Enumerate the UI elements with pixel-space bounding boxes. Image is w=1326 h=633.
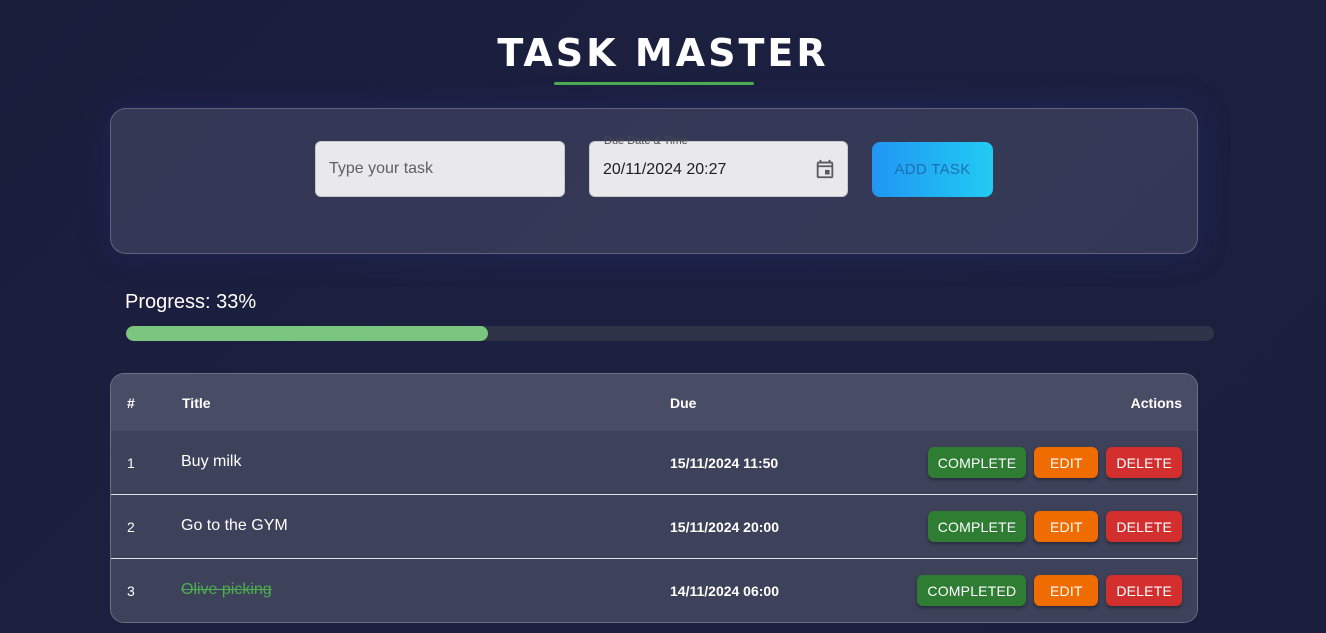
- edit-button[interactable]: EDIT: [1034, 575, 1099, 606]
- edit-button[interactable]: EDIT: [1034, 511, 1099, 542]
- row-number: 3: [127, 583, 135, 599]
- header-number: #: [127, 395, 135, 411]
- progress-bar: [126, 326, 1214, 341]
- title-underline: [554, 82, 754, 85]
- complete-button[interactable]: COMPLETE: [927, 511, 1027, 542]
- task-input[interactable]: [315, 141, 565, 197]
- row-actions: COMPLETE EDIT DELETE: [927, 511, 1182, 542]
- table-header: # Title Due Actions: [111, 374, 1197, 432]
- table-row: 2 Go to the GYM 15/11/2024 20:00 COMPLET…: [111, 495, 1197, 559]
- task-title: Buy milk: [181, 453, 242, 470]
- calendar-icon[interactable]: [814, 158, 836, 180]
- task-due: 15/11/2024 20:00: [670, 519, 779, 535]
- row-number: 1: [127, 455, 135, 471]
- app-title: TASK MASTER: [497, 31, 829, 75]
- delete-button[interactable]: DELETE: [1106, 575, 1182, 606]
- progress-label: Progress: 33%: [125, 291, 257, 313]
- row-actions: COMPLETED EDIT DELETE: [917, 575, 1182, 606]
- row-actions: COMPLETE EDIT DELETE: [927, 447, 1182, 478]
- task-due: 15/11/2024 11:50: [670, 455, 779, 471]
- complete-button[interactable]: COMPLETE: [927, 447, 1027, 478]
- task-title: Go to the GYM: [181, 517, 288, 534]
- task-table: # Title Due Actions 1 Buy milk 15/11/202…: [110, 373, 1198, 623]
- progress-bar-fill: [126, 326, 489, 341]
- table-row: 1 Buy milk 15/11/2024 11:50 COMPLETE EDI…: [111, 431, 1197, 495]
- header-actions: Actions: [1130, 395, 1182, 411]
- row-number: 2: [127, 519, 135, 535]
- due-date-label: Due Date & Time: [604, 135, 688, 147]
- delete-button[interactable]: DELETE: [1106, 447, 1182, 478]
- due-date-field[interactable]: Due Date & Time 20/11/2024 20:27: [589, 135, 848, 197]
- table-row: 3 Olive picking 14/11/2024 06:00 COMPLET…: [111, 559, 1197, 622]
- task-due: 14/11/2024 06:00: [670, 583, 779, 599]
- delete-button[interactable]: DELETE: [1106, 511, 1182, 542]
- completed-button[interactable]: COMPLETED: [917, 575, 1027, 606]
- header-title: Title: [182, 395, 211, 411]
- header-due: Due: [670, 395, 697, 411]
- add-task-button[interactable]: ADD TASK: [872, 142, 993, 197]
- due-date-value[interactable]: 20/11/2024 20:27: [603, 160, 726, 180]
- edit-button[interactable]: EDIT: [1034, 447, 1099, 478]
- task-title: Olive picking: [181, 581, 272, 598]
